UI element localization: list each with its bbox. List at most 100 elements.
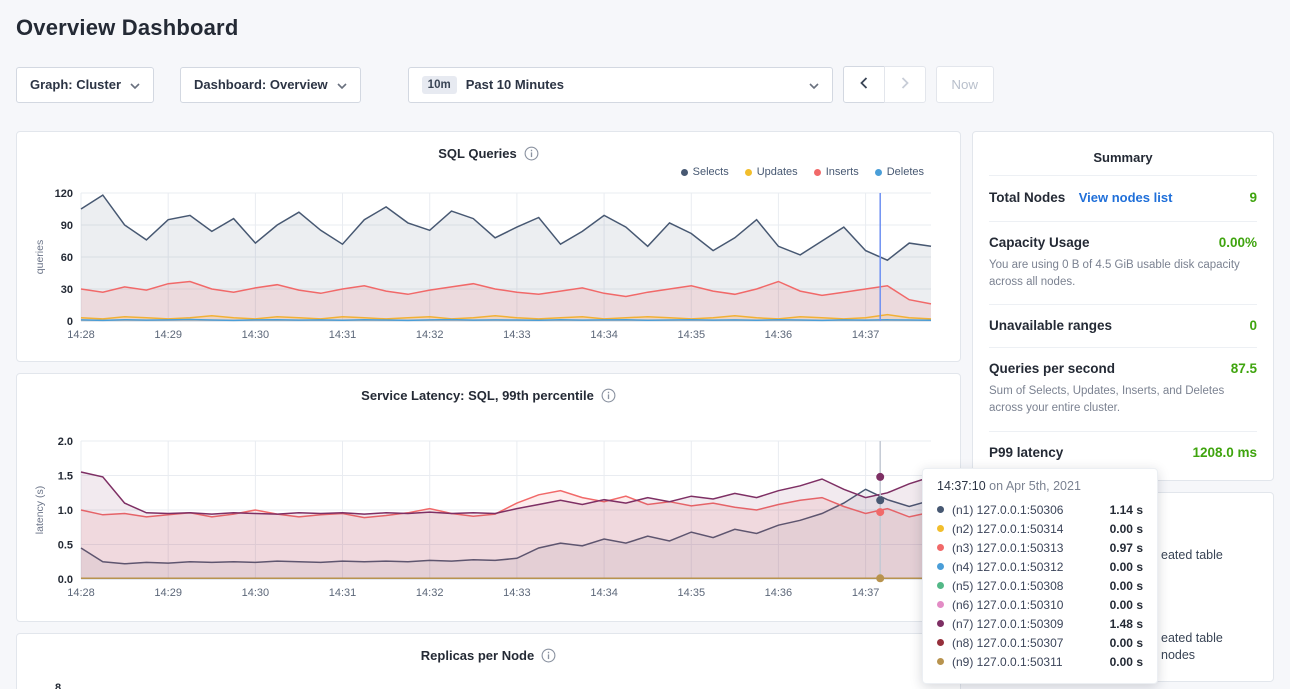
summary-item-capacity: Capacity Usage 0.00% You are using 0 B o… [989,221,1257,304]
svg-text:14:34: 14:34 [590,587,618,599]
qps-label: Queries per second [989,361,1115,376]
dashboard-selector-button[interactable]: Dashboard: Overview [180,67,361,103]
qps-value: 87.5 [1231,361,1257,376]
sql-chart-legend: Selects Updates Inserts Deletes [31,163,946,181]
chart-header: Service Latency: SQL, 99th percentile [31,384,946,405]
time-range-badge: 10m [422,76,457,94]
node-label: (n4) 127.0.0.1:50312 [952,560,1102,574]
svg-text:14:37: 14:37 [852,587,880,599]
tooltip-node-row: (n1) 127.0.0.1:503061.14 s [937,500,1143,519]
svg-text:1.5: 1.5 [58,471,73,483]
sql-queries-chart[interactable]: 14:2814:2914:3014:3114:3214:3314:3414:35… [31,181,946,353]
legend-item-inserts[interactable]: Inserts [814,166,859,178]
svg-text:14:29: 14:29 [154,587,182,599]
prev-range-button[interactable] [843,66,885,103]
tooltip-node-row: (n9) 127.0.0.1:503110.00 s [937,652,1143,671]
svg-text:14:35: 14:35 [678,329,706,341]
chart-title-latency: Service Latency: SQL, 99th percentile [361,388,594,403]
legend-label: Inserts [826,166,859,178]
latency-chart[interactable]: 14:2814:2914:3014:3114:3214:3314:3414:35… [31,425,946,613]
event-text-fragment: nodes [1161,648,1195,662]
chart-header: SQL Queries [31,142,946,163]
view-nodes-link[interactable]: View nodes list [1079,190,1173,205]
svg-text:1.0: 1.0 [58,505,73,517]
event-text-fragment: eated table [1161,631,1223,645]
node-latency-value: 0.00 s [1110,522,1143,536]
svg-text:14:30: 14:30 [242,587,270,599]
tooltip-node-row: (n2) 127.0.0.1:50314 0.00 s [937,519,1143,538]
time-range-nav [843,66,926,103]
legend-item-selects[interactable]: Selects [681,166,729,178]
node-latency-value: 1.48 s [1110,617,1143,631]
svg-text:queries: queries [34,240,46,274]
time-range-button[interactable]: 10m Past 10 Minutes [408,67,833,103]
node-latency-value: 0.97 s [1110,541,1143,555]
legend-label: Deletes [887,166,924,178]
svg-text:14:32: 14:32 [416,587,444,599]
chevron-left-icon [860,77,868,92]
chart-title-sql-queries: SQL Queries [438,146,517,161]
info-icon[interactable] [524,146,539,161]
node-latency-value: 0.00 s [1110,579,1143,593]
svg-text:14:31: 14:31 [329,587,357,599]
svg-text:60: 60 [61,252,73,264]
svg-text:14:36: 14:36 [765,587,793,599]
p99-latency-value: 1208.0 ms [1192,445,1257,460]
svg-text:14:33: 14:33 [503,329,531,341]
chart-hover-tooltip: 14:37:10 on Apr 5th, 2021 (n1) 127.0.0.1… [922,468,1158,684]
tooltip-node-row: (n3) 127.0.0.1:503130.97 s [937,538,1143,557]
capacity-description: You are using 0 B of 4.5 GiB usable disk… [989,257,1257,290]
svg-text:14:36: 14:36 [765,329,793,341]
y-axis-tick: 8 [55,682,61,689]
node-latency-value: 0.00 s [1110,598,1143,612]
legend-item-updates[interactable]: Updates [745,166,798,178]
svg-text:90: 90 [61,220,73,232]
node-label: (n2) 127.0.0.1:50314 [952,522,1102,536]
page-title: Overview Dashboard [16,0,1274,41]
svg-text:14:29: 14:29 [154,329,182,341]
chevron-down-icon [337,77,347,92]
tooltip-timestamp: 14:37:10 on Apr 5th, 2021 [937,479,1143,493]
chart-title-replicas: Replicas per Node [421,648,534,663]
legend-label: Selects [693,166,729,178]
svg-text:0: 0 [67,316,73,328]
summary-item-qps: Queries per second 87.5 Sum of Selects, … [989,347,1257,430]
node-latency-value: 0.00 s [1110,655,1143,669]
node-latency-value: 0.00 s [1110,636,1143,650]
node-color-dot [937,525,944,532]
svg-text:2.0: 2.0 [58,436,73,448]
dashboard-selector-label: Dashboard: Overview [194,77,328,92]
p99-latency-label: P99 latency [989,445,1063,460]
total-nodes-value: 9 [1249,190,1257,205]
graph-selector-button[interactable]: Graph: Cluster [16,67,154,103]
info-icon[interactable] [541,648,556,663]
summary-item-unavailable-ranges: Unavailable ranges 0 [989,304,1257,347]
legend-dot [875,169,882,176]
summary-item-total-nodes: Total Nodes View nodes list 9 [989,175,1257,221]
tooltip-node-rows: (n1) 127.0.0.1:503061.14 s(n2) 127.0.0.1… [937,500,1143,671]
svg-text:latency (s): latency (s) [34,486,46,534]
node-color-dot [937,620,944,627]
unavailable-ranges-value: 0 [1249,318,1257,333]
tooltip-node-row: (n5) 127.0.0.1:50308 0.00 s [937,576,1143,595]
unavailable-ranges-label: Unavailable ranges [989,318,1112,333]
tooltip-node-row: (n8) 127.0.0.1:503070.00 s [937,633,1143,652]
summary-card: Summary Total Nodes View nodes list 9 Ca… [972,131,1274,481]
node-color-dot [937,506,944,513]
legend-item-deletes[interactable]: Deletes [875,166,924,178]
node-color-dot [937,544,944,551]
node-label: (n5) 127.0.0.1:50308 [952,579,1102,593]
svg-text:14:31: 14:31 [329,329,357,341]
node-color-dot [937,639,944,646]
info-icon[interactable] [601,388,616,403]
next-range-button[interactable] [884,66,926,103]
legend-label: Updates [757,166,798,178]
capacity-label: Capacity Usage [989,235,1090,250]
node-color-dot [937,658,944,665]
chevron-right-icon [901,77,909,92]
node-latency-value: 0.00 s [1110,560,1143,574]
charts-column: SQL Queries Selects Updates Inserts Deletes… [16,131,961,689]
now-button[interactable]: Now [936,66,994,103]
node-label: (n6) 127.0.0.1:50310 [952,598,1102,612]
legend-dot [745,169,752,176]
